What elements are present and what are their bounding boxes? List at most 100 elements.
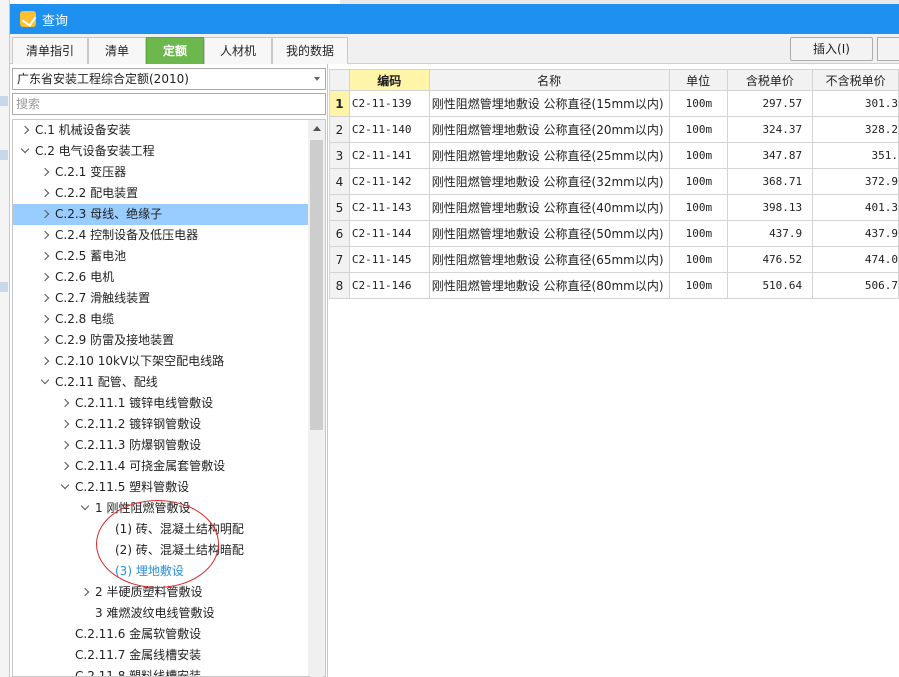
tree-item-c2-11[interactable]: C.2.11 配管、配线 [13,372,308,393]
cell-code[interactable]: C2-11-144 [348,220,430,247]
tree-item-c2-11-7[interactable]: C.2.11.7 金属线槽安装 [13,645,308,666]
title-bar[interactable]: 查询 [10,4,899,34]
expand-icon[interactable] [59,456,71,477]
expand-icon[interactable] [39,225,51,246]
cell-code[interactable]: C2-11-142 [348,168,430,195]
cell-unit[interactable]: 100m [668,194,728,221]
cell-name[interactable]: 刚性阻燃管埋地敷设 公称直径(65mm以内) [428,246,670,273]
tree-item-c2-3[interactable]: C.2.3 母线、绝缘子 [13,204,308,225]
tree-item-concealed[interactable]: (2) 砖、混凝土结构暗配 [13,540,308,561]
expand-icon[interactable] [39,309,51,330]
scroll-up-icon[interactable] [313,126,321,131]
expand-icon[interactable] [19,120,31,141]
cell-tax-price[interactable]: 324.37 [726,116,814,143]
collapse-icon[interactable] [79,498,91,519]
cell-tax-price[interactable]: 347.87 [726,142,814,169]
expand-icon[interactable] [39,204,51,225]
cell-name[interactable]: 刚性阻燃管埋地敷设 公称直径(32mm以内) [428,168,670,195]
tree-item-c2-6[interactable]: C.2.6 电机 [13,267,308,288]
cell-notax-price[interactable]: 372.9 [812,168,899,195]
expand-icon[interactable] [39,330,51,351]
cell-unit[interactable]: 100m [668,142,728,169]
cell-notax-price[interactable]: 328.2 [812,116,899,143]
tree-item-c2-10[interactable]: C.2.10 10kV以下架空配电线路 [13,351,308,372]
cell-tax-price[interactable]: 476.52 [726,246,814,273]
tree-item-c2-11-6[interactable]: C.2.11.6 金属软管敷设 [13,624,308,645]
table-row[interactable]: 1 C2-11-139 刚性阻燃管埋地敷设 公称直径(15mm以内) 100m … [329,90,899,117]
tab-bill-guide[interactable]: 清单指引 [12,37,88,64]
cell-code[interactable]: C2-11-139 [348,90,430,117]
cell-unit[interactable]: 100m [668,246,728,273]
column-header-code[interactable]: 编码 [348,69,430,91]
cell-tax-price[interactable]: 297.57 [726,90,814,117]
tab-labor-material-machine[interactable]: 人材机 [204,37,272,64]
table-row[interactable]: 2 C2-11-140 刚性阻燃管埋地敷设 公称直径(20mm以内) 100m … [329,116,899,143]
quota-library-select[interactable]: 广东省安装工程综合定额(2010) [12,68,326,90]
column-header-unit[interactable]: 单位 [668,69,728,91]
cell-notax-price[interactable]: 351. [812,142,899,169]
expand-icon[interactable] [79,582,91,603]
tree-item-c2-11-2[interactable]: C.2.11.2 镀锌钢管敷设 [13,414,308,435]
scrollbar-track[interactable] [310,434,323,677]
tree-item-c2-11-4[interactable]: C.2.11.4 可挠金属套管敷设 [13,456,308,477]
tree-item-c2-9[interactable]: C.2.9 防雷及接地装置 [13,330,308,351]
cell-unit[interactable]: 100m [668,168,728,195]
collapse-icon[interactable] [59,477,71,498]
cell-code[interactable]: C2-11-145 [348,246,430,273]
cell-notax-price[interactable]: 401.3 [812,194,899,221]
cell-name[interactable]: 刚性阻燃管埋地敷设 公称直径(40mm以内) [428,194,670,221]
tree-item-c2-11-1[interactable]: C.2.11.1 镀锌电线管敷设 [13,393,308,414]
column-header-tax-price[interactable]: 含税单价 [726,69,814,91]
tree-item-c1[interactable]: C.1 机械设备安装 [13,120,308,141]
tab-my-data[interactable]: 我的数据 [272,37,348,64]
tree-item-c2-8[interactable]: C.2.8 电缆 [13,309,308,330]
cell-notax-price[interactable]: 474.0 [812,246,899,273]
cell-unit[interactable]: 100m [668,116,728,143]
scrollbar-thumb[interactable] [310,140,323,430]
table-row[interactable]: 8 C2-11-146 刚性阻燃管埋地敷设 公称直径(80mm以内) 100m … [329,272,899,299]
cell-tax-price[interactable]: 437.9 [726,220,814,247]
expand-icon[interactable] [39,267,51,288]
cell-unit[interactable]: 100m [668,90,728,117]
cell-code[interactable]: C2-11-146 [348,272,430,299]
tree-item-c2-1[interactable]: C.2.1 变压器 [13,162,308,183]
collapse-icon[interactable] [19,141,31,162]
table-row[interactable]: 6 C2-11-144 刚性阻燃管埋地敷设 公称直径(50mm以内) 100m … [329,220,899,247]
tree-item-buried[interactable]: (3) 埋地敷设 [13,561,308,582]
expand-icon[interactable] [39,162,51,183]
cell-code[interactable]: C2-11-143 [348,194,430,221]
tree-item-semi-rigid[interactable]: 2 半硬质塑料管敷设 [13,582,308,603]
cell-unit[interactable]: 100m [668,220,728,247]
table-row[interactable]: 7 C2-11-145 刚性阻燃管埋地敷设 公称直径(65mm以内) 100m … [329,246,899,273]
cell-notax-price[interactable]: 506.7 [812,272,899,299]
table-row[interactable]: 5 C2-11-143 刚性阻燃管埋地敷设 公称直径(40mm以内) 100m … [329,194,899,221]
insert-button[interactable]: 插入(I) [790,37,873,61]
cell-notax-price[interactable]: 437.9 [812,220,899,247]
tree-scrollbar[interactable] [308,119,326,677]
tree-item-corrugated[interactable]: 3 难燃波纹电线管敷设 [13,603,308,624]
expand-icon[interactable] [39,183,51,204]
tree-item-c2-11-3[interactable]: C.2.11.3 防爆钢管敷设 [13,435,308,456]
table-row[interactable]: 4 C2-11-142 刚性阻燃管埋地敷设 公称直径(32mm以内) 100m … [329,168,899,195]
tree-item-c2-5[interactable]: C.2.5 蓄电池 [13,246,308,267]
cell-tax-price[interactable]: 398.13 [726,194,814,221]
tree-item-c2-7[interactable]: C.2.7 滑触线装置 [13,288,308,309]
expand-icon[interactable] [59,435,71,456]
cell-name[interactable]: 刚性阻燃管埋地敷设 公称直径(15mm以内) [428,90,670,117]
extra-button[interactable] [877,37,899,61]
tree-item-rigid-conduit[interactable]: 1 刚性阻燃管敷设 [13,498,308,519]
tree-item-c2-4[interactable]: C.2.4 控制设备及低压电器 [13,225,308,246]
tab-bill[interactable]: 清单 [88,37,146,64]
search-input[interactable] [12,93,326,115]
cell-name[interactable]: 刚性阻燃管埋地敷设 公称直径(25mm以内) [428,142,670,169]
expand-icon[interactable] [59,393,71,414]
table-row[interactable]: 3 C2-11-141 刚性阻燃管埋地敷设 公称直径(25mm以内) 100m … [329,142,899,169]
cell-tax-price[interactable]: 368.71 [726,168,814,195]
tree-item-c2-2[interactable]: C.2.2 配电装置 [13,183,308,204]
cell-code[interactable]: C2-11-141 [348,142,430,169]
column-header-notax-price[interactable]: 不含税单价 [812,69,899,91]
tab-quota[interactable]: 定额 [146,37,204,64]
cell-tax-price[interactable]: 510.64 [726,272,814,299]
column-header-name[interactable]: 名称 [428,69,670,91]
expand-icon[interactable] [39,246,51,267]
